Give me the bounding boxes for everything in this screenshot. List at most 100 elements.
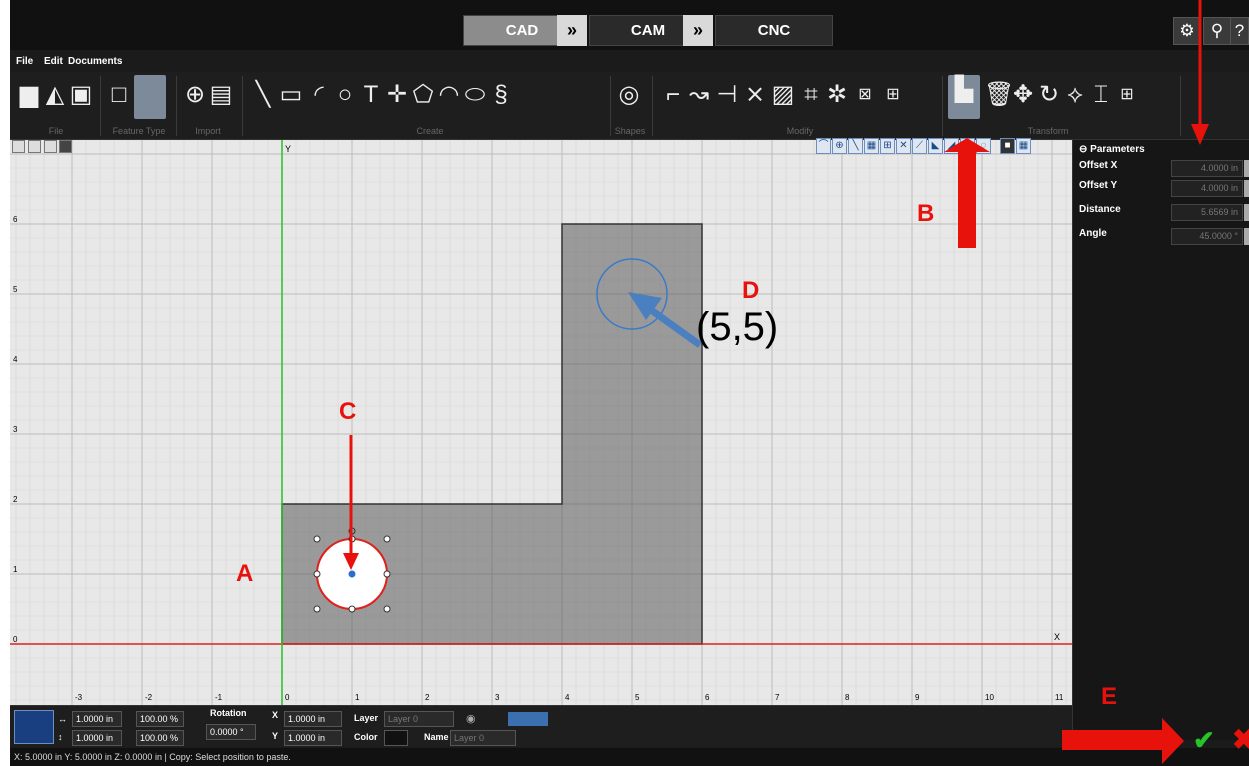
save-icon[interactable]: ▣ bbox=[68, 80, 94, 110]
x-tick-label: 0 bbox=[285, 693, 290, 702]
break-tool-icon[interactable]: ⨯ bbox=[742, 80, 768, 110]
menu-documents[interactable]: Documents bbox=[68, 56, 122, 67]
snap-toggle-icon[interactable]: ■ bbox=[1000, 138, 1015, 154]
tab-cnc[interactable]: CNC bbox=[715, 15, 833, 46]
y-tick-label: 6 bbox=[13, 215, 18, 224]
cancel-button[interactable]: ✖ bbox=[1232, 723, 1249, 756]
snap-grid-icon[interactable]: ▦ bbox=[864, 138, 879, 154]
offset-x-field[interactable]: 4.0000 in bbox=[1171, 160, 1243, 177]
ellipse-tool-icon[interactable]: ⬭ bbox=[462, 80, 488, 110]
x-tick-label: -2 bbox=[145, 693, 153, 702]
anchor-grid-icon[interactable] bbox=[14, 710, 54, 744]
parameters-panel: ⊖ Parameters Offset X 4.0000 in Offset Y… bbox=[1072, 140, 1249, 740]
grid-toggle-icon[interactable]: ▦ bbox=[1016, 138, 1031, 154]
param-distance: Distance 5.6569 in bbox=[1079, 204, 1249, 222]
pan-icon[interactable] bbox=[12, 140, 25, 153]
point-tool-icon[interactable]: ✛ bbox=[384, 80, 410, 110]
snap-perpendicular-icon[interactable]: ⟋ bbox=[912, 138, 927, 154]
zoom-extents-icon[interactable] bbox=[43, 140, 57, 153]
height-percent-field[interactable]: 100.00 % bbox=[136, 730, 184, 746]
fillet-tool-icon[interactable]: ⌐ bbox=[660, 80, 686, 110]
rectangle-tool-icon[interactable]: ▭ bbox=[278, 80, 304, 110]
collapse-icon[interactable]: ⊖ bbox=[1079, 144, 1090, 155]
x-field[interactable]: 1.0000 in bbox=[284, 711, 342, 727]
offset-tool-icon[interactable]: ▨ bbox=[770, 80, 796, 110]
spinner-icon[interactable] bbox=[1244, 180, 1249, 197]
array-icon[interactable]: ⊞ bbox=[1114, 80, 1140, 110]
angle-field[interactable]: 45.0000 ° bbox=[1171, 228, 1243, 245]
distance-field[interactable]: 5.6569 in bbox=[1171, 204, 1243, 221]
width-percent-field[interactable]: 100.00 % bbox=[136, 711, 184, 727]
spinner-icon[interactable] bbox=[1244, 228, 1249, 245]
resize-handle bbox=[313, 570, 321, 578]
align-tool-icon[interactable]: ⊞ bbox=[880, 80, 906, 110]
new-file-icon[interactable]: ▆ bbox=[16, 80, 42, 110]
group-transform-label: Transform bbox=[1027, 126, 1069, 136]
mirror-icon[interactable]: ⟡ bbox=[1062, 80, 1088, 110]
rotation-field[interactable]: 0.0000 ° bbox=[206, 724, 256, 740]
resize-handle bbox=[313, 605, 321, 613]
polygon-tool-icon[interactable]: ⬠ bbox=[410, 80, 436, 110]
arc-tool-icon[interactable]: ◜ bbox=[306, 80, 332, 110]
help-button[interactable]: ? bbox=[1230, 17, 1249, 45]
snap-center-icon[interactable]: ⊕ bbox=[832, 138, 847, 154]
width-field[interactable]: 1.0000 in bbox=[72, 711, 122, 727]
parameters-title-text: Parameters bbox=[1090, 144, 1145, 155]
open-folder-icon[interactable]: ◭ bbox=[42, 80, 68, 110]
join-tool-icon[interactable]: ⌗ bbox=[798, 80, 824, 110]
height-icon: ↕ bbox=[58, 732, 63, 742]
import-file-icon[interactable]: ▤ bbox=[208, 80, 234, 110]
ok-button[interactable]: ✔ bbox=[1193, 725, 1215, 756]
snap-intersection-icon[interactable]: ✕ bbox=[896, 138, 911, 154]
shapes-library-icon[interactable]: ◎ bbox=[616, 80, 642, 110]
extend-tool-icon[interactable]: ↝ bbox=[686, 80, 712, 110]
next-arrow-icon: » bbox=[683, 15, 713, 46]
snap-midpoint-icon[interactable]: ⊞ bbox=[880, 138, 895, 154]
zoom-window-icon[interactable] bbox=[59, 140, 73, 153]
delete-trash-icon[interactable]: 🗑 bbox=[984, 80, 1014, 110]
layer-order-icon[interactable] bbox=[508, 712, 548, 726]
menu-file[interactable]: File bbox=[16, 56, 33, 67]
y-field[interactable]: 1.0000 in bbox=[284, 730, 342, 746]
height-field[interactable]: 1.0000 in bbox=[72, 730, 122, 746]
menu-edit[interactable]: Edit bbox=[44, 56, 63, 67]
filled-feature-icon[interactable] bbox=[134, 75, 166, 119]
scale-icon[interactable]: ⌶ bbox=[1088, 80, 1114, 110]
copy-paste-icon[interactable]: ▙ bbox=[948, 75, 980, 119]
rotate-icon[interactable]: ↻ bbox=[1036, 80, 1062, 110]
layer-select[interactable]: Layer 0 bbox=[384, 711, 454, 727]
parameters-title[interactable]: ⊖ Parameters bbox=[1079, 144, 1145, 155]
spline-tool-icon[interactable]: § bbox=[488, 80, 514, 110]
name-input[interactable] bbox=[450, 730, 516, 746]
globe-import-icon[interactable]: ⊕ bbox=[182, 80, 208, 110]
layer-label: Layer bbox=[354, 713, 379, 723]
drawing-canvas[interactable]: Y X -3 -2 -1 0 1 2 3 4 5 6 7 8 9 10 11 0 1 2 3 4 5 6 bbox=[10, 140, 1072, 705]
line-tool-icon[interactable]: ╲ bbox=[250, 80, 276, 110]
circle-tool-icon[interactable]: ○ bbox=[332, 80, 358, 110]
eye-icon[interactable]: ◉ bbox=[466, 712, 476, 725]
color-picker[interactable] bbox=[384, 730, 408, 746]
boolean-tool-icon[interactable]: ⊠ bbox=[852, 80, 878, 110]
text-tool-icon[interactable]: T bbox=[358, 80, 384, 110]
search-icon[interactable]: ⚲ bbox=[1203, 17, 1231, 45]
spinner-icon[interactable] bbox=[1244, 160, 1249, 177]
x-tick-label: 10 bbox=[985, 693, 994, 702]
zoom-in-icon[interactable] bbox=[27, 140, 41, 153]
trim-tool-icon[interactable]: ⊣ bbox=[714, 80, 740, 110]
move-icon[interactable]: ✥ bbox=[1010, 80, 1036, 110]
bezier-tool-icon[interactable]: ◠ bbox=[436, 80, 462, 110]
snap-endpoint-icon[interactable]: ⌒ bbox=[816, 138, 831, 154]
spinner-icon[interactable] bbox=[1244, 204, 1249, 221]
explode-tool-icon[interactable]: ✲ bbox=[824, 80, 850, 110]
snap-tangent-icon[interactable]: ◣ bbox=[928, 138, 943, 154]
snap-quadrant-icon[interactable]: ◢ bbox=[944, 138, 959, 154]
outline-feature-icon[interactable]: □ bbox=[106, 80, 132, 110]
mode-bar: CAD » CAM » CNC ⚙ ⚲ ? bbox=[10, 0, 1249, 50]
gear-icon[interactable]: ⚙ bbox=[1173, 17, 1201, 45]
x-tick-label: 9 bbox=[915, 693, 920, 702]
snap-line-icon[interactable]: ╲ bbox=[848, 138, 863, 154]
offset-y-field[interactable]: 4.0000 in bbox=[1171, 180, 1243, 197]
snap-circle-icon[interactable]: ○ bbox=[960, 138, 975, 154]
y-tick-label: 1 bbox=[13, 565, 18, 574]
snap-arc-icon[interactable]: ◌ bbox=[976, 138, 991, 154]
